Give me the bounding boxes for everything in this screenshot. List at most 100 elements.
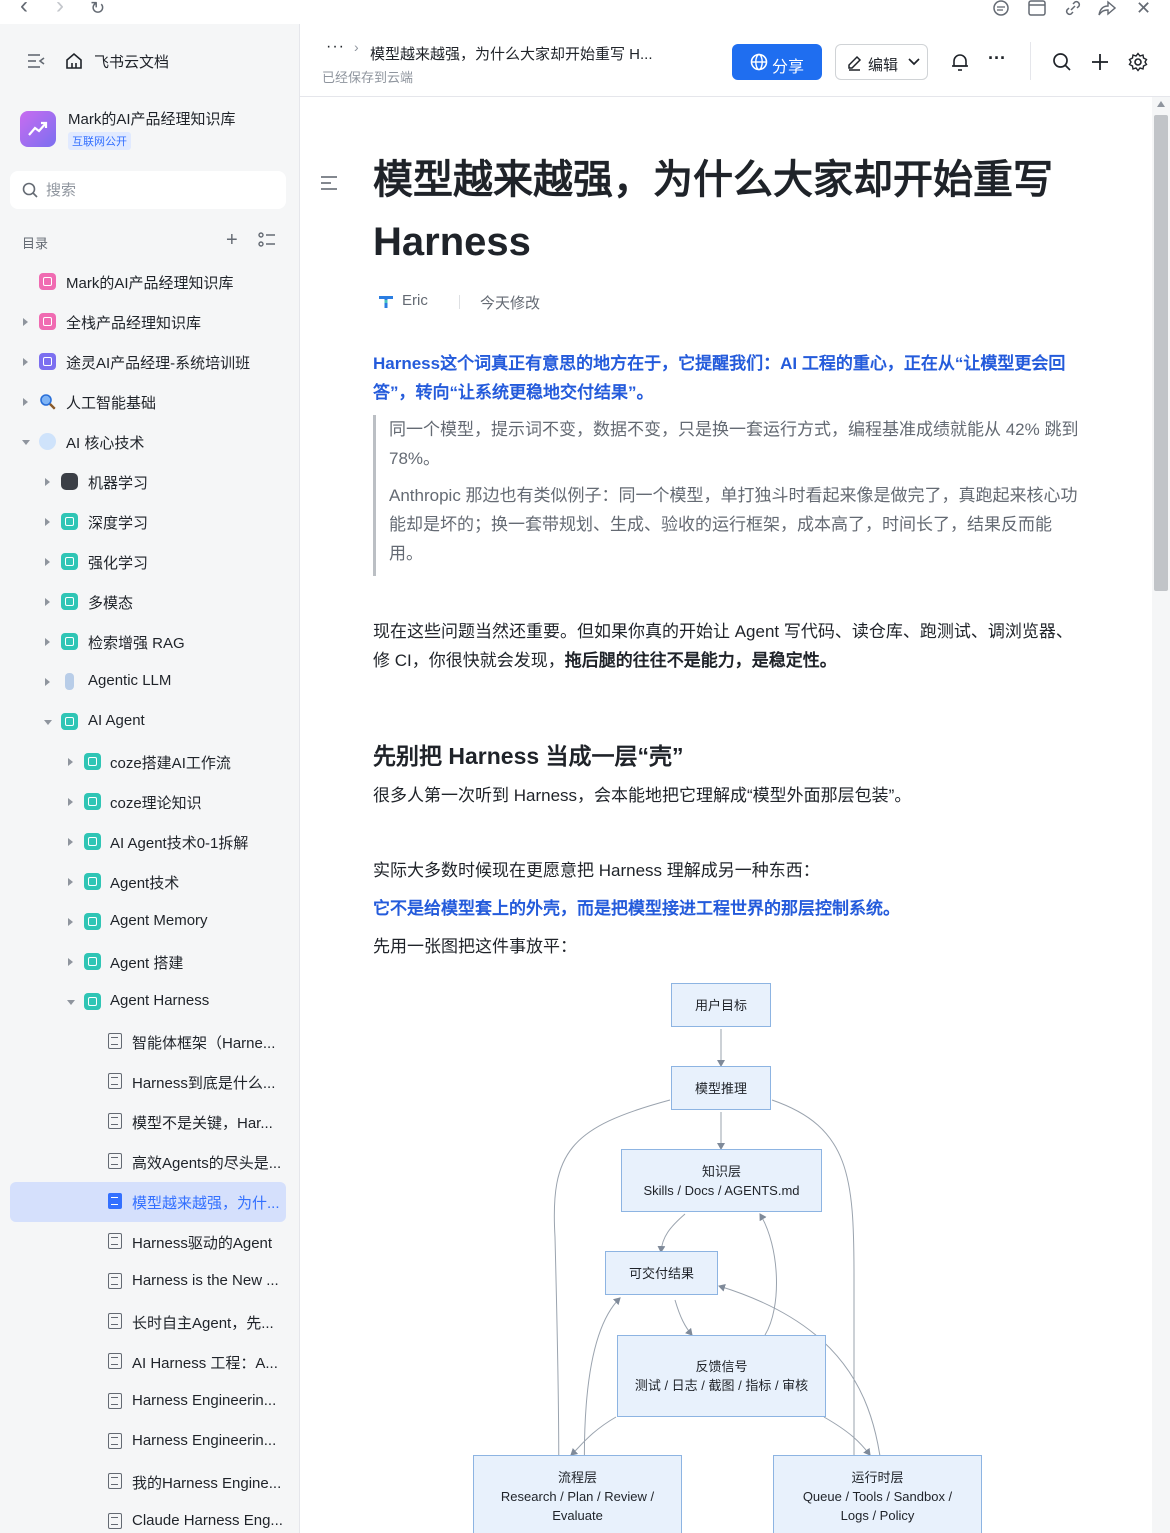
brand-label[interactable]: 飞书云文档 [94,51,169,72]
tree-item[interactable]: Harness驱动的Agent [10,1222,286,1262]
tree-item[interactable]: 模型不是关键，Har... [10,1102,286,1142]
doc-tree: Mark的AI产品经理知识库 全栈产品经理知识库 途灵AI产品经理-系统培训班 … [10,262,286,1533]
expand-icon[interactable] [23,358,28,366]
document-icon [108,1073,122,1089]
tree-item[interactable]: 检索增强 RAG [10,622,286,662]
doc-title[interactable]: 模型越来越强，为什么大家却开始重写 Harness [373,149,1073,273]
wiki-icon [84,953,101,970]
tree-item[interactable]: 智能体框架（Harne... [10,1022,286,1062]
collapse-icon[interactable] [22,440,30,445]
tree-item[interactable]: Claude Harness Eng... [10,1502,286,1533]
expand-icon[interactable] [45,638,50,646]
wiki-icon [84,873,101,890]
home-icon[interactable] [64,51,84,71]
expand-icon[interactable] [68,798,73,806]
tree-item[interactable]: Agentic LLM [10,662,286,702]
bell-icon[interactable] [950,52,970,72]
refresh-icon[interactable]: ↻ [90,0,105,17]
expand-icon[interactable] [68,958,73,966]
tree-item[interactable]: 多模态 [10,582,286,622]
expand-icon[interactable] [45,598,50,606]
list-view-icon[interactable] [258,232,276,248]
expand-icon[interactable] [45,558,50,566]
collapse-icon[interactable] [44,720,52,725]
expand-icon[interactable] [23,318,28,326]
scroll-up-icon[interactable] [1157,101,1165,107]
diagram-node-label: 可交付结果 [628,1265,694,1281]
tree-item[interactable]: AI 核心技术 [10,422,286,462]
scrollbar-thumb[interactable] [1154,115,1168,591]
tree-item[interactable]: AI Harness 工程：A... [10,1342,286,1382]
toc-label: 目录 [22,236,49,251]
forward-icon[interactable]: › [56,0,64,18]
expand-icon[interactable] [68,838,73,846]
expand-icon[interactable] [68,918,73,926]
tree-item[interactable]: 途灵AI产品经理-系统培训班 [10,342,286,382]
diagram-node-label: 运行时层 [851,1469,904,1485]
tree-item[interactable]: coze理论知识 [10,782,286,822]
collapse-icon[interactable] [67,1000,75,1005]
window-icon[interactable] [1028,0,1046,16]
more-breadcrumb-button[interactable]: ··· [326,38,345,56]
tree-item[interactable]: AI Agent技术0-1拆解 [10,822,286,862]
breadcrumb-current[interactable]: 模型越来越强，为什么大家却开始重写 H... [370,43,653,64]
tree-item[interactable]: 全栈产品经理知识库 [10,302,286,342]
share-button[interactable]: 分享 [732,44,822,80]
tree-item[interactable]: 深度学习 [10,502,286,542]
tree-item[interactable]: 强化学习 [10,542,286,582]
edit-label: 编辑 [868,57,899,74]
tree-item-active[interactable]: 模型越来越强，为什... [10,1182,286,1222]
gear-icon[interactable] [1128,52,1148,72]
link-icon[interactable] [1064,0,1082,16]
expand-icon[interactable] [45,518,50,526]
pen-icon [848,55,862,71]
tree-item[interactable]: Agent Memory [10,902,286,942]
tree-item[interactable]: Harness到底是什么... [10,1062,286,1102]
tree-item-label: 机器学习 [88,475,149,492]
add-page-icon[interactable]: + [226,230,238,250]
search-input[interactable] [46,177,266,203]
search-box[interactable] [10,171,286,209]
tree-item[interactable]: Agent技术 [10,862,286,902]
more-options-icon[interactable]: ··· [988,48,1006,69]
knowledge-base-header[interactable]: Mark的AI产品经理知识库 互联网公开 [20,108,290,154]
wiki-icon [61,713,78,730]
comment-icon[interactable] [992,0,1010,16]
plus-icon[interactable] [1090,52,1110,72]
tree-item-label: 检索增强 RAG [88,635,185,652]
author-name[interactable]: Eric [402,292,428,309]
expand-icon[interactable] [45,478,50,486]
blockquote: 同一个模型，提示词不变，数据不变，只是换一套运行方式，编程基准成绩就能从 42%… [373,415,1083,576]
tree-item[interactable]: 机器学习 [10,462,286,502]
tree-item[interactable]: Harness Engineerin... [10,1422,286,1462]
collapse-sidebar-icon[interactable] [26,52,46,70]
tree-item[interactable]: AI Agent [10,702,286,742]
tree-item-label: coze搭建AI工作流 [110,755,231,772]
tree-item[interactable]: 长时自主Agent，先... [10,1302,286,1342]
wiki-icon [84,913,101,930]
expand-icon[interactable] [23,398,28,406]
outline-icon[interactable] [320,175,338,191]
expand-icon[interactable] [68,758,73,766]
forward-share-icon[interactable] [1098,0,1116,16]
save-status: 已经保存到云端 [322,70,414,85]
tree-item[interactable]: Harness Engineerin... [10,1382,286,1422]
doc-content: 模型越来越强，为什么大家却开始重写 Harness Eric 今天修改 Harn… [300,97,1152,1533]
tree-item[interactable]: Mark的AI产品经理知识库 [10,262,286,302]
close-icon[interactable]: ✕ [1136,0,1151,17]
tree-item[interactable]: Agent Harness [10,982,286,1022]
expand-icon[interactable] [68,878,73,886]
tree-item[interactable]: 高效Agents的尽头是... [10,1142,286,1182]
scrollbar[interactable] [1152,97,1170,1533]
expand-icon[interactable] [45,678,50,686]
tree-item[interactable]: Agent 搭建 [10,942,286,982]
back-icon[interactable]: ‹ [20,0,28,18]
search-icon[interactable] [1052,52,1072,72]
edit-mode-dropdown[interactable]: 编辑 [835,44,928,80]
doc-header: ··· › 模型越来越强，为什么大家却开始重写 H... 已经保存到云端 分享 … [300,24,1170,97]
tree-item[interactable]: Harness is the New ... [10,1262,286,1302]
tree-item[interactable]: 人工智能基础 [10,382,286,422]
wiki-icon [39,273,56,290]
tree-item[interactable]: coze搭建AI工作流 [10,742,286,782]
tree-item[interactable]: 我的Harness Engine... [10,1462,286,1502]
